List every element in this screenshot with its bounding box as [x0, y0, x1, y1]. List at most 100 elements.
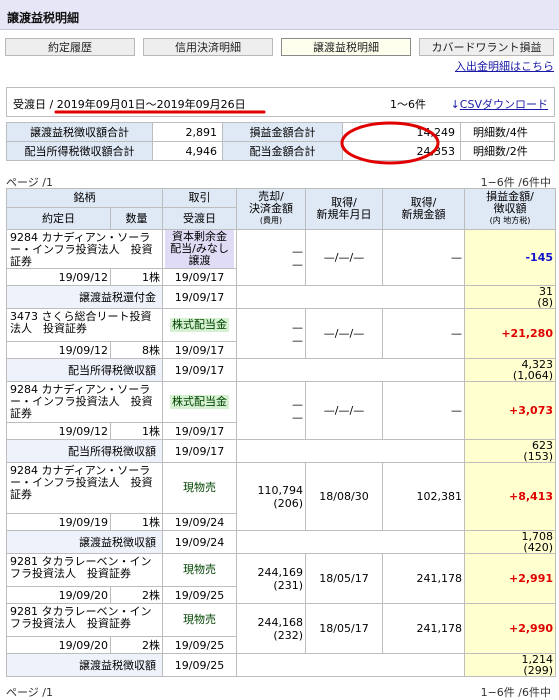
settlement-date: 19/09/17 — [162, 341, 237, 359]
trade-type-cell: 現物売 — [162, 462, 237, 514]
header-row: 銘柄 取引 売却/ 決済金額 (費用) 取得/ 新規年月日 取得/ 新規金額 損… — [6, 188, 556, 230]
pl-value: +2,990 — [508, 622, 553, 635]
result-range: 1〜6件 — [390, 98, 426, 111]
acquisition-amount: — — [382, 229, 465, 286]
sell-fee: — — [292, 410, 303, 424]
tab-execution-history[interactable]: 約定履歴 — [5, 38, 135, 56]
sell-header-line2: 決済金額 — [249, 202, 293, 215]
pl-value: +3,073 — [508, 404, 553, 417]
pl-value: -145 — [525, 251, 553, 264]
sell-amount-header: 売却/ 決済金額 (費用) — [236, 188, 306, 230]
settlement-date-range: 受渡日 / 2019年09月01日〜2019年09月26日 — [13, 98, 246, 111]
trade-type-cell: 株式配当金 — [162, 308, 237, 342]
tax-empty — [236, 285, 465, 309]
sell-value: — — [292, 320, 303, 334]
sell-fee: — — [292, 333, 303, 347]
tax-local-value: (299) — [523, 664, 553, 677]
dividend-detail-count: 明細数/2件 — [460, 141, 555, 161]
trade-type: 株式配当金 — [170, 318, 229, 332]
tab-capital-gains-tax[interactable]: 譲渡益税明細 — [281, 38, 411, 56]
security-name: 9284 カナディアン・ソーラー・インフラ投資法人 投資証券 — [6, 462, 163, 514]
sell-fee: — — [292, 257, 303, 271]
tax-date: 19/09/25 — [162, 653, 237, 677]
security-link[interactable]: 3473 さくら総合リート投資法人 投資証券 — [10, 310, 152, 335]
pager-bottom: ページ /1 — [6, 686, 53, 699]
trade-type: 現物売 — [183, 481, 216, 494]
security-link[interactable]: 9281 タカラレーベン・インフラ投資法人 投資証券 — [10, 555, 152, 580]
tax-amount: 31 (8) — [464, 285, 556, 309]
profit-loss: +3,073 — [464, 381, 556, 440]
acquisition-amount: — — [382, 308, 465, 359]
sell-amount: — — — [236, 381, 306, 440]
tax-date: 19/09/17 — [162, 358, 237, 382]
tab-covered-warrant[interactable]: カバードワラント損益 — [419, 38, 554, 56]
csv-download-link[interactable]: ↓CSVダウンロード — [451, 96, 548, 112]
details-table: 銘柄 取引 売却/ 決済金額 (費用) 取得/ 新規年月日 取得/ 新規金額 損… — [6, 188, 556, 677]
security-link[interactable]: 9284 カナディアン・ソーラー・インフラ投資法人 投資証券 — [10, 464, 153, 501]
tax-row: 譲渡益税還付金 19/09/17 31 (8) — [6, 285, 556, 309]
acquisition-date: 18/05/17 — [305, 553, 383, 604]
tax-label: 譲渡益税徴収額 — [6, 530, 163, 554]
tax-amount: 1,708 (420) — [464, 530, 556, 554]
page-title: 譲渡益税明細 — [7, 11, 80, 25]
settlement-date-header: 受渡日 — [162, 207, 237, 230]
acquisition-amount: 102,381 — [382, 462, 465, 531]
trade-type: 株式配当金 — [170, 395, 229, 409]
trade-row: 9284 カナディアン・ソーラー・インフラ投資法人 投資証券 現物売 110,794… — [6, 462, 556, 531]
profit-loss: +8,413 — [464, 462, 556, 531]
torihiki-header: 取引 — [162, 188, 237, 208]
settlement-date: 19/09/24 — [162, 513, 237, 531]
tax-local-value: (420) — [523, 541, 553, 554]
tax-amount: 1,214 (299) — [464, 653, 556, 677]
trade-type: 現物売 — [183, 613, 216, 626]
sell-fee: (232) — [273, 628, 303, 642]
trade-date: 19/09/20 — [6, 636, 111, 654]
acquisition-date-header: 取得/ 新規年月日 — [305, 188, 383, 230]
sell-fee: (206) — [273, 496, 303, 510]
acquisition-date: 18/05/17 — [305, 603, 383, 654]
tax-row: 配当所得税徴収額 19/09/17 623 (153) — [6, 439, 556, 463]
acquisition-amount: 241,178 — [382, 553, 465, 604]
tax-date: 19/09/17 — [162, 285, 237, 309]
trade-type: 資本剰余金配当/みなし譲渡 — [165, 230, 234, 268]
tax-label: 配当所得税徴収額 — [6, 439, 163, 463]
tax-label: 配当所得税徴収額 — [6, 358, 163, 382]
settlement-date: 19/09/25 — [162, 636, 237, 654]
quantity: 1株 — [110, 422, 163, 440]
quantity: 2株 — [110, 586, 163, 604]
brand-header: 銘柄 — [6, 188, 163, 208]
gains-detail-count: 明細数/4件 — [460, 122, 555, 142]
tax-label: 譲渡益税徴収額 — [6, 653, 163, 677]
trade-date: 19/09/12 — [6, 268, 111, 286]
pl-header-sub: (内 地方税) — [489, 216, 531, 225]
sell-amount: — — — [236, 229, 306, 286]
trade-type: 現物売 — [183, 563, 216, 576]
sell-header-sub: (費用) — [259, 216, 283, 225]
tab-margin-settlement[interactable]: 信用決済明細 — [143, 38, 273, 56]
acquisition-amount-header: 取得/ 新規金額 — [382, 188, 465, 230]
trade-row: 9284 カナディアン・ソーラー・インフラ投資法人 投資証券 株式配当金 — — —/—… — [6, 381, 556, 440]
quantity: 1株 — [110, 268, 163, 286]
tax-local-value: (153) — [523, 450, 553, 463]
csv-download-label[interactable]: CSVダウンロード — [460, 98, 548, 111]
tax-empty — [236, 653, 465, 677]
dividend-tax-total-label: 配当所得税徴収額合計 — [6, 141, 153, 161]
download-arrow-icon: ↓ — [450, 98, 460, 111]
deposit-history-link[interactable]: 入出金明細はこちら — [455, 58, 554, 74]
tax-date: 19/09/17 — [162, 439, 237, 463]
security-link[interactable]: 9284 カナディアン・ソーラー・インフラ投資法人 投資証券 — [10, 231, 153, 268]
trade-date: 19/09/12 — [6, 422, 111, 440]
profit-loss: -145 — [464, 229, 556, 286]
qty-header: 数量 — [110, 207, 163, 230]
security-link[interactable]: 9281 タカラレーベン・インフラ投資法人 投資証券 — [10, 605, 152, 630]
trade-date-header: 約定日 — [6, 207, 111, 230]
acqamt-header-line2: 新規金額 — [401, 208, 446, 221]
security-link[interactable]: 9284 カナディアン・ソーラー・インフラ投資法人 投資証券 — [10, 383, 153, 420]
pl-value: +8,413 — [508, 490, 553, 503]
capital-gains-tax-total-label: 譲渡益税徴収額合計 — [6, 122, 153, 142]
tab-bar: 約定履歴 信用決済明細 譲渡益税明細 カバードワラント損益 — [5, 38, 554, 56]
pl-header: 損益金額/ 徴収額 (内 地方税) — [464, 188, 556, 230]
acquisition-date: —/—/— — [305, 308, 383, 359]
pl-value: +2,991 — [508, 572, 553, 585]
capital-gains-tax-total-value: 2,891 — [152, 122, 223, 142]
